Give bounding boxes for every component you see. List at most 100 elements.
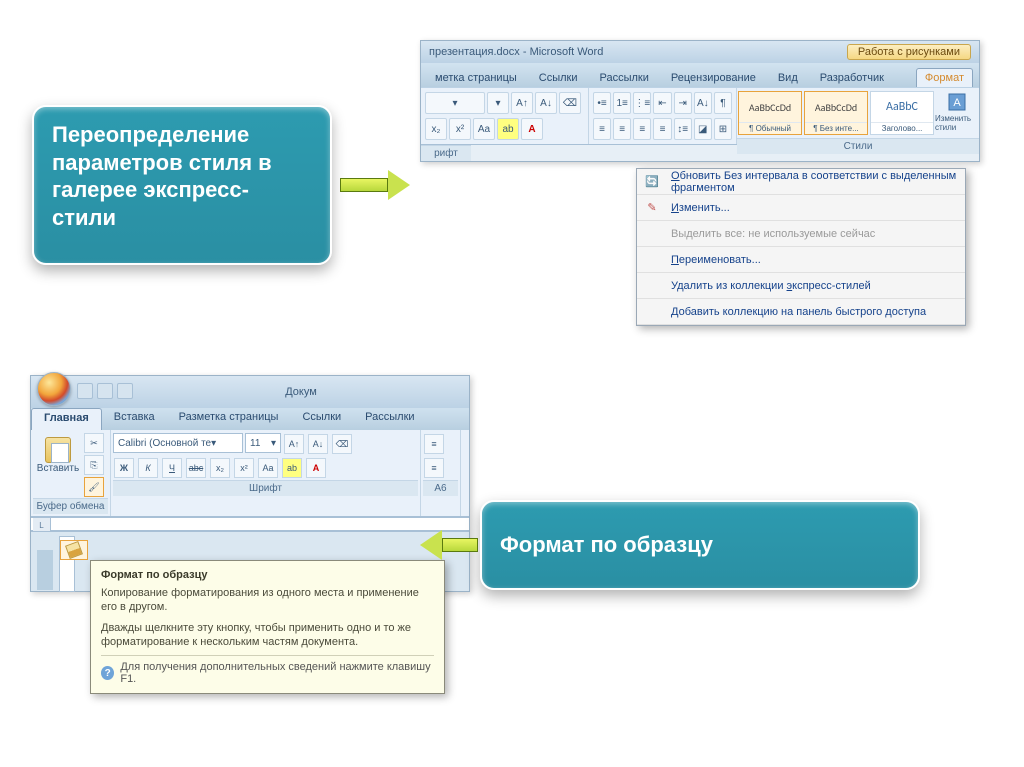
tab-developer[interactable]: Разработчик (812, 69, 892, 87)
tab-mailings[interactable]: Рассылки (592, 69, 657, 87)
tab-references[interactable]: Ссылки (531, 69, 586, 87)
style-heading[interactable]: AaBbC Заголово... (870, 91, 934, 135)
font-color-button[interactable]: A (521, 118, 543, 140)
line-spacing-button[interactable]: ↕≡ (674, 118, 692, 140)
style-normal[interactable]: AaBbCcDd ¶ Обычный (738, 91, 802, 135)
bold-button[interactable]: Ж (114, 458, 134, 478)
superscript-button[interactable]: x² (449, 118, 471, 140)
decrease-indent-button[interactable]: ⇤ (653, 92, 671, 114)
tab-page-layout[interactable]: Разметка страницы (167, 408, 291, 430)
change-case-button[interactable]: Aa (473, 118, 495, 140)
format-painter-tooltip: Формат по образцу Копирование форматиров… (90, 560, 445, 694)
increase-indent-button[interactable]: ⇥ (674, 92, 692, 114)
shrink-font-button[interactable]: A↓ (308, 434, 328, 454)
change-styles-icon: A (947, 92, 967, 112)
subscript-button[interactable]: x₂ (425, 118, 447, 140)
font-size-combo[interactable]: ▾ (487, 92, 509, 114)
change-styles-button[interactable]: A Изменить стили (935, 88, 979, 136)
shrink-font-button[interactable]: A↓ (535, 92, 557, 114)
paste-button[interactable]: Вставить (33, 432, 83, 478)
para-indicator: А6 (423, 480, 458, 496)
ribbon-tabs: метка страницы Ссылки Рассылки Рецензиро… (421, 63, 979, 87)
menu-remove-from-gallery[interactable]: Удалить из коллекции экспресс-стилей (637, 273, 965, 299)
subscript-button[interactable]: x₂ (210, 458, 230, 478)
tab-view[interactable]: Вид (770, 69, 806, 87)
highlight-button[interactable]: ab (497, 118, 519, 140)
align-center-button[interactable]: ≡ (613, 118, 631, 140)
format-painter-button[interactable]: 🖌 (84, 477, 104, 497)
format-painter-hover[interactable] (60, 540, 88, 560)
borders-button[interactable]: ⊞ (714, 118, 732, 140)
quick-access-toolbar (77, 380, 133, 402)
tab-references[interactable]: Ссылки (290, 408, 353, 430)
style-no-spacing[interactable]: AaBbCcDd ¶ Без инте... (804, 91, 868, 135)
clear-format-button[interactable]: ⌫ (559, 92, 581, 114)
paragraph-marks-button[interactable]: ¶ (714, 92, 732, 114)
ribbon: ▾ ▾ A↑ A↓ ⌫ x₂ x² Aa ab A •≡ 1≡ ⋮≡ ⇤ ⇥ A… (421, 87, 979, 145)
tab-review[interactable]: Рецензирование (663, 69, 764, 87)
superscript-button[interactable]: x² (234, 458, 254, 478)
font-color-button[interactable]: A (306, 458, 326, 478)
grow-font-button[interactable]: A↑ (511, 92, 533, 114)
tab-selector[interactable]: L (33, 518, 51, 532)
menu-rename[interactable]: Переименовать... (637, 247, 965, 273)
menu-update-style[interactable]: 🔄 Обновить Без интервала в соответствии … (637, 169, 965, 195)
title-bar: Докум (31, 376, 469, 408)
ribbon-tabs: Главная Вставка Разметка страницы Ссылки… (31, 408, 469, 430)
office-button[interactable] (37, 372, 71, 406)
bullets-button[interactable]: •≡ (593, 92, 611, 114)
qat-save-button[interactable] (77, 383, 93, 399)
para-button[interactable]: ≡ (424, 458, 444, 478)
callout-text: Формат по образцу (500, 531, 713, 559)
font-group-label: рифт (421, 145, 471, 161)
edit-icon: ✎ (643, 199, 661, 217)
grow-font-button[interactable]: A↑ (284, 434, 304, 454)
shading-button[interactable]: ◪ (694, 118, 712, 140)
align-left-button[interactable]: ≡ (593, 118, 611, 140)
ribbon: Вставить ✂ ⎘ 🖌 Буфер обмена Calibri (Осн… (31, 430, 469, 517)
underline-button[interactable]: Ч (162, 458, 182, 478)
title-bar: презентация.docx - Microsoft Word Работа… (421, 41, 979, 63)
tooltip-help: ? Для получения дополнительных сведений … (101, 655, 434, 685)
menu-select-all: Выделить все: не используемые сейчас (637, 221, 965, 247)
qat-undo-button[interactable] (97, 383, 113, 399)
tab-format[interactable]: Формат (916, 68, 973, 87)
callout-text: Переопределение параметров стиля в галер… (52, 122, 272, 230)
font-name-combo[interactable]: Calibri (Основной те ▾ (113, 433, 243, 453)
font-size-combo[interactable]: 11 ▾ (245, 433, 281, 453)
qat-redo-button[interactable] (117, 383, 133, 399)
style-context-menu: 🔄 Обновить Без интервала в соответствии … (636, 168, 966, 326)
tab-home[interactable]: Главная (31, 408, 102, 430)
italic-button[interactable]: К (138, 458, 158, 478)
contextual-tab-title: Работа с рисунками (847, 44, 971, 60)
vertical-ruler (37, 550, 53, 590)
tab-page-layout[interactable]: метка страницы (427, 69, 525, 87)
ruler[interactable]: L (31, 517, 469, 531)
multilevel-button[interactable]: ⋮≡ (633, 92, 651, 114)
word-screenshot-top: презентация.docx - Microsoft Word Работа… (420, 40, 980, 162)
font-combo[interactable]: ▾ (425, 92, 485, 114)
clipboard-group-label: Буфер обмена (33, 498, 108, 514)
clear-format-button[interactable]: ⌫ (332, 434, 352, 454)
sort-button[interactable]: A↓ (694, 92, 712, 114)
numbering-button[interactable]: 1≡ (613, 92, 631, 114)
justify-button[interactable]: ≡ (653, 118, 671, 140)
align-button[interactable]: ≡ (424, 434, 444, 454)
cut-button[interactable]: ✂ (84, 433, 104, 453)
change-case-button[interactable]: Aa (258, 458, 278, 478)
arrow-left (420, 530, 478, 560)
menu-modify[interactable]: ✎ Изменить... (637, 195, 965, 221)
align-right-button[interactable]: ≡ (633, 118, 651, 140)
menu-add-to-qat[interactable]: Добавить коллекцию на панель быстрого до… (637, 299, 965, 325)
highlight-button[interactable]: ab (282, 458, 302, 478)
strikethrough-button[interactable]: abc (186, 458, 206, 478)
update-icon: 🔄 (643, 173, 661, 191)
callout-redefine-styles: Переопределение параметров стиля в галер… (32, 105, 332, 265)
svg-text:A: A (953, 97, 961, 109)
document-name: Докум (133, 386, 469, 398)
copy-button[interactable]: ⎘ (84, 455, 104, 475)
tab-mailings[interactable]: Рассылки (353, 408, 426, 430)
tab-insert[interactable]: Вставка (102, 408, 167, 430)
tooltip-body-1: Копирование форматирования из одного мес… (101, 586, 434, 615)
paste-icon (45, 437, 71, 463)
